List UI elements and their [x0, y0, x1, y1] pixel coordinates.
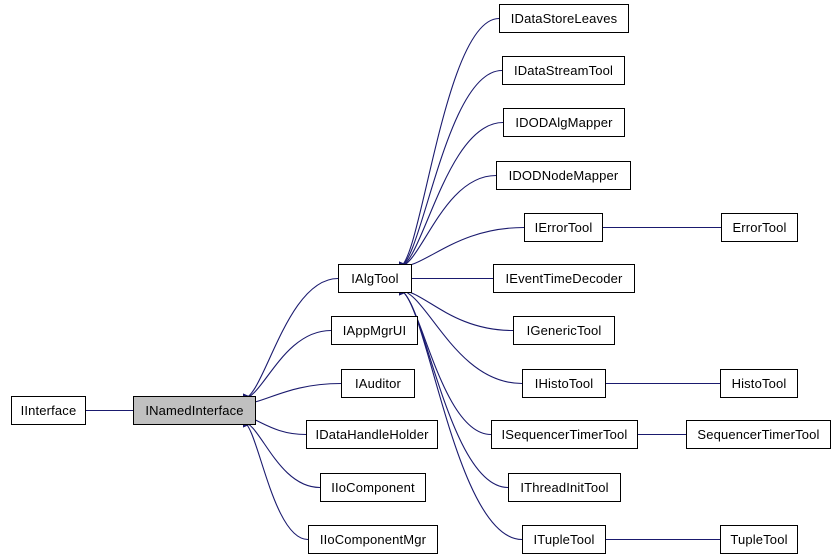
class-node-label: IAlgTool [351, 271, 399, 286]
class-node-inamedinterface[interactable]: INamedInterface [133, 396, 256, 425]
class-node-iiocomponent[interactable]: IIoComponent [320, 473, 426, 502]
class-node-label: IDODAlgMapper [515, 115, 613, 130]
class-node-ithreadinittool[interactable]: IThreadInitTool [508, 473, 621, 502]
class-node-ierrortool[interactable]: IErrorTool [524, 213, 603, 242]
class-node-label: IDODNodeMapper [508, 168, 619, 183]
class-node-idatastoreleaves[interactable]: IDataStoreLeaves [499, 4, 629, 33]
class-node-ieventtimedecoder[interactable]: IEventTimeDecoder [493, 264, 635, 293]
class-node-idatahandleholder[interactable]: IDataHandleHolder [306, 420, 438, 449]
class-node-label: IIoComponent [331, 480, 415, 495]
class-node-label: IThreadInitTool [520, 480, 609, 495]
class-node-iauditor[interactable]: IAuditor [341, 369, 415, 398]
class-node-label: IEventTimeDecoder [505, 271, 623, 286]
inheritance-edge [398, 17, 500, 268]
class-node-iiocomponentmgr[interactable]: IIoComponentMgr [308, 525, 438, 554]
class-node-label: IDataHandleHolder [315, 427, 429, 442]
class-node-label: INamedInterface [145, 403, 244, 418]
class-node-label: IGenericTool [526, 323, 602, 338]
inheritance-edge [242, 277, 339, 400]
class-node-errortool[interactable]: ErrorTool [721, 213, 798, 242]
class-node-iappmgrui[interactable]: IAppMgrUI [331, 316, 418, 345]
class-node-label: ErrorTool [732, 220, 787, 235]
class-node-ihistotool[interactable]: IHistoTool [522, 369, 606, 398]
class-node-sequencertimertool[interactable]: SequencerTimerTool [686, 420, 831, 449]
class-node-histotool[interactable]: HistoTool [720, 369, 798, 398]
inheritance-edge [242, 329, 332, 400]
class-node-idatastreamtool[interactable]: IDataStreamTool [502, 56, 625, 85]
class-node-itupletool[interactable]: ITupleTool [522, 525, 606, 554]
class-node-label: IInterface [20, 403, 77, 418]
inheritance-edge [242, 382, 342, 405]
class-node-label: ITupleTool [533, 532, 595, 547]
class-node-label: IDataStreamTool [513, 63, 614, 78]
class-node-label: IHistoTool [534, 376, 594, 391]
class-node-idodnodemapper[interactable]: IDODNodeMapper [496, 161, 631, 190]
class-node-label: ISequencerTimerTool [501, 427, 628, 442]
class-node-label: IErrorTool [534, 220, 593, 235]
class-node-label: SequencerTimerTool [697, 427, 820, 442]
class-node-igenerictool[interactable]: IGenericTool [513, 316, 615, 345]
class-node-iinterface[interactable]: IInterface [11, 396, 86, 425]
class-node-label: TupleTool [730, 532, 788, 547]
class-node-label: IDataStoreLeaves [510, 11, 618, 26]
class-node-label: IAppMgrUI [342, 323, 407, 338]
class-node-idodalgmapper[interactable]: IDODAlgMapper [503, 108, 625, 137]
class-node-label: HistoTool [731, 376, 787, 391]
class-node-label: IAuditor [354, 376, 401, 391]
class-node-isequencertimertool[interactable]: ISequencerTimerTool [491, 420, 638, 449]
class-node-label: IIoComponentMgr [319, 532, 427, 547]
inheritance-diagram: IInterface INamedInterface IAlgTool IAppMgr… [0, 0, 837, 557]
class-node-ialgtool[interactable]: IAlgTool [338, 264, 412, 293]
inheritance-edge [398, 174, 497, 268]
class-node-tupletool[interactable]: TupleTool [720, 525, 798, 554]
